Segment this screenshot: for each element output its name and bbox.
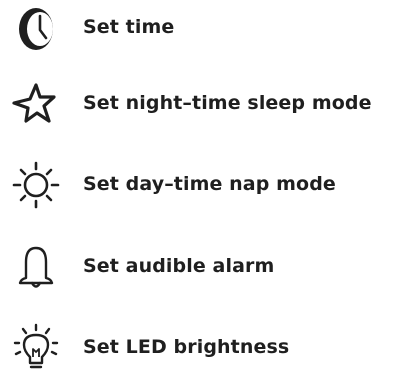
menu-item-audible-alarm[interactable]: Set audible alarm [0, 239, 420, 293]
menu-item-label: Set LED brightness [83, 336, 290, 358]
settings-menu: Set time Set night–time sleep mode Set d… [0, 0, 420, 375]
clock-icon [6, 3, 60, 53]
bell-icon [6, 242, 60, 292]
menu-item-label: Set time [83, 16, 175, 38]
menu-item-led-brightness[interactable]: Set LED brightness [0, 320, 420, 374]
menu-item-label: Set night–time sleep mode [83, 92, 372, 114]
sun-icon [6, 160, 60, 210]
star-icon [6, 79, 60, 129]
menu-item-set-time[interactable]: Set time [0, 0, 420, 54]
menu-item-night-sleep-mode[interactable]: Set night–time sleep mode [0, 76, 420, 130]
menu-item-label: Set day–time nap mode [83, 173, 336, 195]
light-bulb-icon [6, 323, 60, 373]
menu-item-label: Set audible alarm [83, 255, 275, 277]
menu-item-day-nap-mode[interactable]: Set day–time nap mode [0, 157, 420, 211]
